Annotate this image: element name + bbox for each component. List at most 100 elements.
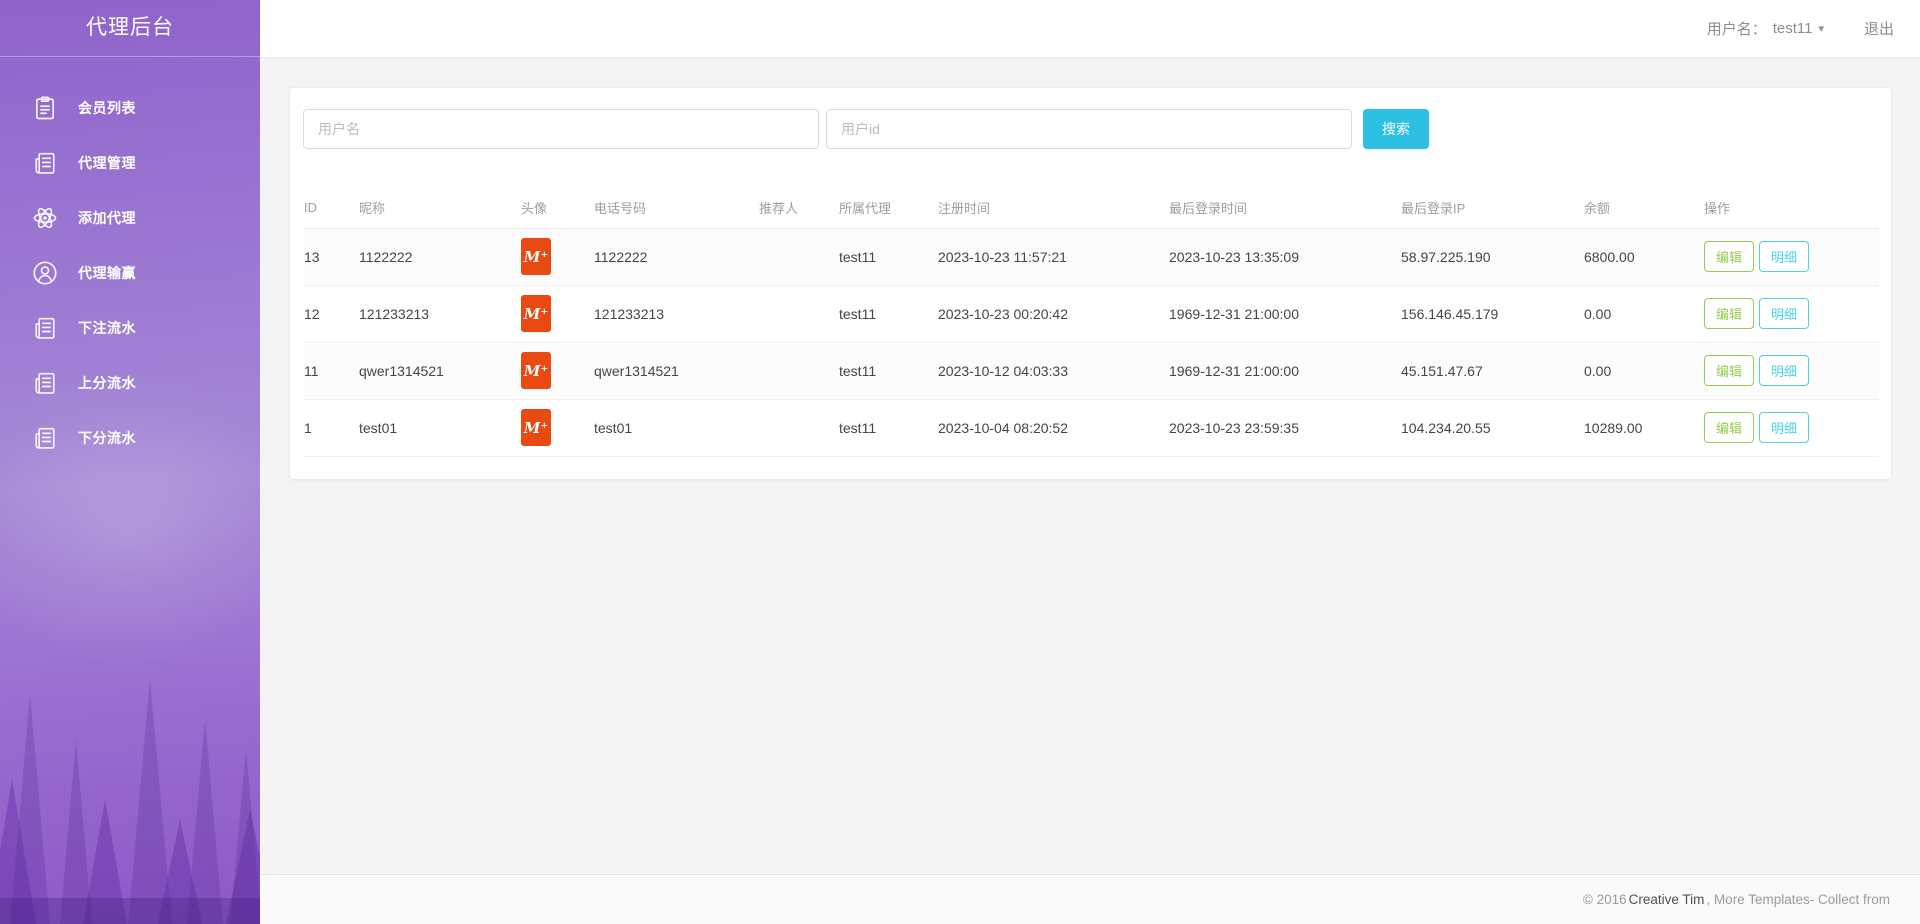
avatar-cell: M⁺	[521, 228, 594, 285]
table-row: 12121233213M⁺121233213test112023-10-23 0…	[304, 285, 1879, 342]
column-header: 推荐人	[759, 188, 839, 228]
sidebar-item-label: 代理输赢	[78, 263, 136, 283]
column-header: 余额	[1584, 188, 1704, 228]
cell: 1122222	[594, 228, 759, 285]
user-dropdown[interactable]: 用户名：test11 ▾	[1707, 18, 1824, 39]
table-header-row: ID昵称头像电话号码推荐人所属代理注册时间最后登录时间最后登录IP余额操作	[304, 188, 1879, 228]
column-header: 电话号码	[594, 188, 759, 228]
footer: © 2016 Creative Tim , More Templates - C…	[260, 874, 1920, 924]
sidebar-item-label: 会员列表	[78, 98, 136, 118]
edit-button[interactable]: 编辑	[1704, 241, 1754, 272]
table-row: 1test01M⁺test01test112023-10-04 08:20:52…	[304, 399, 1879, 456]
table-body: 131122222M⁺1122222test112023-10-23 11:57…	[304, 228, 1879, 456]
forest-background-image	[0, 524, 260, 924]
cell: qwer1314521	[359, 342, 521, 399]
cell: 1122222	[359, 228, 521, 285]
cell: 45.151.47.67	[1401, 342, 1584, 399]
column-header: 注册时间	[938, 188, 1169, 228]
sidebar-item-label: 下分流水	[78, 428, 136, 448]
cell: test11	[839, 285, 938, 342]
atom-icon	[31, 204, 59, 232]
column-header: 昵称	[359, 188, 521, 228]
sidebar-item-agent-winloss[interactable]: 代理输赢	[0, 245, 260, 300]
app-title: 代理后台	[0, 0, 260, 57]
actions-cell: 编辑明细	[1704, 285, 1879, 342]
cell: 0.00	[1584, 285, 1704, 342]
cell: 2023-10-23 11:57:21	[938, 228, 1169, 285]
member-table: ID昵称头像电话号码推荐人所属代理注册时间最后登录时间最后登录IP余额操作 13…	[304, 188, 1879, 457]
cell: 121233213	[359, 285, 521, 342]
cell	[759, 342, 839, 399]
username-search-input[interactable]	[303, 109, 819, 149]
sidebar-item-agent-add[interactable]: 添加代理	[0, 190, 260, 245]
detail-button[interactable]: 明细	[1759, 355, 1809, 386]
cell: 2023-10-23 23:59:35	[1169, 399, 1401, 456]
footer-suffix-text: - Collect from	[1810, 892, 1890, 907]
sidebar-item-label: 下注流水	[78, 318, 136, 338]
news-icon	[31, 149, 59, 177]
cell: 1	[304, 399, 359, 456]
column-header: 所属代理	[839, 188, 938, 228]
table-row: 131122222M⁺1122222test112023-10-23 11:57…	[304, 228, 1879, 285]
sidebar-item-withdraw-flow[interactable]: 下分流水	[0, 410, 260, 465]
cell	[759, 285, 839, 342]
cell: test01	[359, 399, 521, 456]
top-bar: 用户名：test11 ▾ 退出	[260, 0, 1920, 58]
edit-button[interactable]: 编辑	[1704, 355, 1754, 386]
search-button[interactable]: 搜索	[1363, 109, 1429, 149]
cell: 12	[304, 285, 359, 342]
footer-brand: Creative Tim	[1629, 892, 1705, 907]
column-header: 操作	[1704, 188, 1879, 228]
logout-button[interactable]: 退出	[1864, 18, 1894, 39]
cell: 0.00	[1584, 342, 1704, 399]
sidebar-item-label: 添加代理	[78, 208, 136, 228]
actions-cell: 编辑明细	[1704, 342, 1879, 399]
caret-down-icon: ▾	[1818, 22, 1824, 35]
avatar-cell: M⁺	[521, 399, 594, 456]
cell: 1969-12-31 21:00:00	[1169, 342, 1401, 399]
column-header: ID	[304, 188, 359, 228]
detail-button[interactable]: 明细	[1759, 412, 1809, 443]
cell: 6800.00	[1584, 228, 1704, 285]
cell: 58.97.225.190	[1401, 228, 1584, 285]
news-icon	[31, 314, 59, 342]
avatar: M⁺	[521, 352, 551, 389]
cell: 10289.00	[1584, 399, 1704, 456]
userid-search-input[interactable]	[826, 109, 1352, 149]
cell: 2023-10-04 08:20:52	[938, 399, 1169, 456]
person-icon	[31, 259, 59, 287]
footer-middle-text: , More Templates	[1706, 892, 1809, 907]
cell: test01	[594, 399, 759, 456]
cell	[759, 228, 839, 285]
sidebar-item-deposit-flow[interactable]: 上分流水	[0, 355, 260, 410]
cell: 11	[304, 342, 359, 399]
avatar: M⁺	[521, 295, 551, 332]
cell	[759, 399, 839, 456]
column-header: 最后登录时间	[1169, 188, 1401, 228]
actions-cell: 编辑明细	[1704, 228, 1879, 285]
top-bar-right: 用户名：test11 ▾ 退出	[1707, 0, 1894, 57]
cell: 2023-10-12 04:03:33	[938, 342, 1169, 399]
cell: 2023-10-23 13:35:09	[1169, 228, 1401, 285]
sidebar-menu: 会员列表代理管理添加代理代理输赢下注流水上分流水下分流水	[0, 57, 260, 465]
sidebar: 代理后台 会员列表代理管理添加代理代理输赢下注流水上分流水下分流水	[0, 0, 260, 924]
sidebar-item-bet-flow[interactable]: 下注流水	[0, 300, 260, 355]
edit-button[interactable]: 编辑	[1704, 298, 1754, 329]
sidebar-item-member-list[interactable]: 会员列表	[0, 80, 260, 135]
cell: 13	[304, 228, 359, 285]
avatar-cell: M⁺	[521, 285, 594, 342]
member-list-card: 搜索 ID昵称头像电话号码推荐人所属代理注册时间最后登录时间最后登录IP余额操作…	[289, 87, 1892, 480]
news-icon	[31, 369, 59, 397]
search-row: 搜索	[303, 109, 1429, 149]
cell: test11	[839, 342, 938, 399]
clipboard-icon	[31, 94, 59, 122]
cell: 2023-10-23 00:20:42	[938, 285, 1169, 342]
avatar: M⁺	[521, 238, 551, 275]
sidebar-item-agent-manage[interactable]: 代理管理	[0, 135, 260, 190]
edit-button[interactable]: 编辑	[1704, 412, 1754, 443]
detail-button[interactable]: 明细	[1759, 241, 1809, 272]
cell: 156.146.45.179	[1401, 285, 1584, 342]
column-header: 头像	[521, 188, 594, 228]
detail-button[interactable]: 明细	[1759, 298, 1809, 329]
sidebar-item-label: 上分流水	[78, 373, 136, 393]
